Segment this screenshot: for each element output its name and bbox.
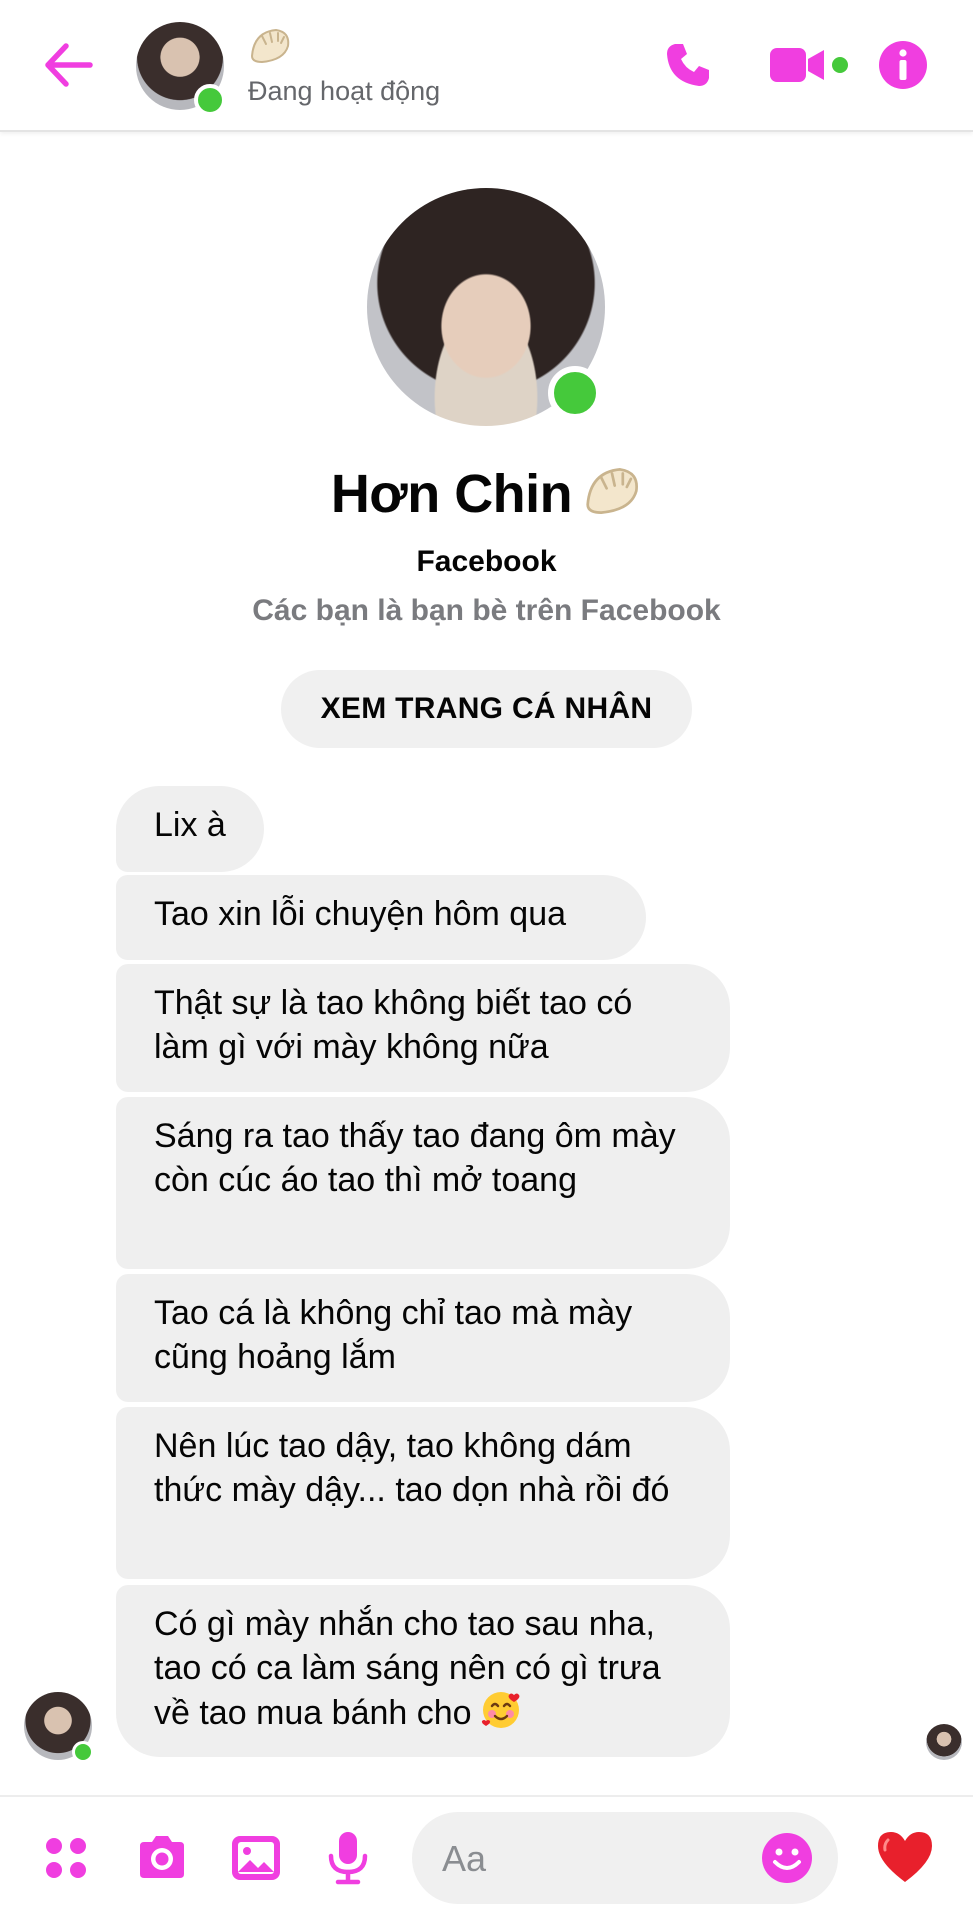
conversation-header: Đang hoạt động (0, 0, 973, 132)
video-status-dot (832, 57, 848, 73)
message-bubble[interactable]: Thật sự là tao không biết tao có làm gì … (116, 964, 730, 1092)
message-text: Lix à (154, 806, 226, 844)
camera-icon[interactable] (134, 1830, 190, 1886)
active-status: Đang hoạt động (248, 76, 441, 106)
emoji-icon[interactable] (760, 1831, 814, 1885)
sender-online-indicator (72, 1741, 94, 1763)
seen-receipt-avatar (926, 1724, 962, 1760)
info-icon[interactable] (878, 40, 928, 90)
smiling-face-with-hearts-icon (481, 1690, 521, 1730)
microphone-icon[interactable] (320, 1830, 376, 1886)
friendship-note: Các bạn là bạn bè trên Facebook (252, 594, 721, 627)
video-camera-icon[interactable] (768, 44, 826, 86)
message-bubble[interactable]: Tao xin lỗi chuyện hôm qua (116, 875, 646, 960)
view-profile-button[interactable]: XEM TRANG CÁ NHÂN (281, 670, 692, 748)
heart-like-icon[interactable] (874, 1826, 936, 1888)
message-bubble[interactable]: Lix à (116, 786, 264, 872)
message-bubble[interactable]: Tao cá là không chỉ tao mà mày cũng hoản… (116, 1274, 730, 1402)
message-text: Tao xin lỗi chuyện hôm qua (154, 895, 567, 933)
online-indicator (194, 84, 226, 116)
message-text: Tao cá là không chỉ tao mà mày cũng hoản… (154, 1294, 633, 1376)
message-text: Thật sự là tao không biết tao có làm gì … (154, 984, 633, 1066)
apps-grid-icon[interactable] (38, 1830, 94, 1886)
message-text: Sáng ra tao thấy tao đang ôm mày còn cúc… (154, 1117, 676, 1199)
message-text: Có gì mày nhắn cho tao sau nha, tao có c… (154, 1605, 661, 1732)
message-bubble[interactable]: Sáng ra tao thấy tao đang ôm mày còn cúc… (116, 1097, 730, 1269)
profile-online-indicator (548, 366, 602, 420)
back-arrow-icon[interactable] (40, 40, 96, 90)
message-text: Nên lúc tao dậy, tao không dám thức mày … (154, 1427, 670, 1509)
message-bubble[interactable]: Có gì mày nhắn cho tao sau nha, tao có c… (116, 1585, 730, 1757)
dumpling-emoji-icon (248, 26, 292, 66)
profile-name-text: Hơn Chin (330, 464, 573, 524)
gallery-icon[interactable] (228, 1830, 284, 1886)
phone-icon[interactable] (663, 40, 713, 90)
dumpling-emoji-icon (582, 464, 642, 518)
message-bubble[interactable]: Nên lúc tao dậy, tao không dám thức mày … (116, 1407, 730, 1579)
message-input[interactable] (440, 1812, 744, 1906)
profile-platform: Facebook (416, 545, 557, 578)
profile-name: Hơn Chin (0, 463, 973, 525)
